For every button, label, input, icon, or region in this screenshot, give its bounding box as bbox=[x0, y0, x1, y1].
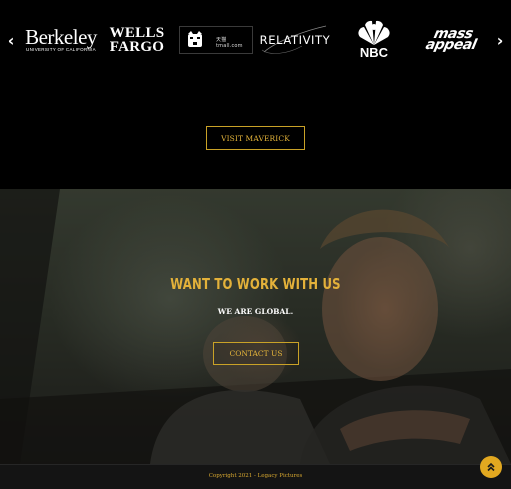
partner-logo-carousel: ‹ Berkeley UNIVERSITY OF CALIFORNIA WELL… bbox=[0, 0, 511, 80]
chevron-left-icon[interactable]: ‹ bbox=[4, 28, 18, 52]
nbc-logo-text: NBC bbox=[359, 45, 389, 60]
tmall-logo-text: 天猫 tmall.com bbox=[216, 37, 243, 49]
mass-appeal-logo-line2: appeal bbox=[424, 37, 478, 53]
relativity-logo: RELATIVITY bbox=[258, 18, 332, 62]
tmall-cat-icon bbox=[188, 31, 202, 47]
visit-maverick-button[interactable]: VISIT MAVERICK bbox=[206, 126, 305, 150]
mass-appeal-logo: mass appeal bbox=[412, 18, 491, 62]
peacock-icon bbox=[358, 20, 390, 45]
copyright-text: Copyright 2021 - Legacy Pictures bbox=[208, 473, 303, 479]
hero-title: WANT TO WORK WITH US bbox=[170, 275, 341, 293]
relativity-logo-text: RELATIVITY bbox=[259, 33, 331, 47]
wells-fargo-logo-line1: WELLS bbox=[109, 25, 165, 41]
tmall-logo: 天猫 tmall.com bbox=[179, 26, 253, 54]
berkeley-logo-subtext: UNIVERSITY OF CALIFORNIA bbox=[26, 47, 96, 52]
wells-fargo-logo: WELLS FARGO bbox=[106, 18, 168, 62]
scroll-to-top-button[interactable] bbox=[480, 456, 502, 478]
contact-us-button[interactable]: CONTACT US bbox=[213, 342, 299, 365]
wells-fargo-logo-line2: FARGO bbox=[109, 39, 165, 55]
hero-dark-overlay bbox=[0, 189, 511, 464]
page-footer: Copyright 2021 - Legacy Pictures bbox=[0, 464, 511, 489]
nbc-logo: NBC bbox=[352, 16, 396, 62]
hero-subtitle: WE ARE GLOBAL. bbox=[217, 307, 294, 316]
berkeley-logo: Berkeley UNIVERSITY OF CALIFORNIA bbox=[22, 18, 100, 62]
chevron-right-icon[interactable]: › bbox=[493, 28, 507, 52]
work-with-us-hero: WANT TO WORK WITH US WE ARE GLOBAL. CONT… bbox=[0, 189, 511, 464]
berkeley-logo-text: Berkeley bbox=[25, 25, 97, 49]
double-chevron-up-icon bbox=[487, 462, 495, 472]
